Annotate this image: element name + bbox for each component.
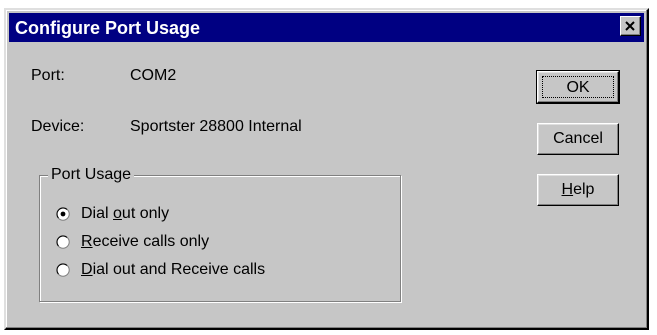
radio-button[interactable] — [56, 263, 70, 277]
port-label: Port: — [31, 67, 65, 84]
radio-label-receive-calls-only: Receive calls only — [81, 233, 210, 250]
configure-port-usage-dialog: Configure Port Usage Port: COM2 Device: … — [4, 8, 649, 330]
dialog-title: Configure Port Usage — [15, 18, 201, 38]
radio-label-dial-out-and-receive: Dial out and Receive calls — [81, 261, 266, 278]
close-button[interactable] — [620, 16, 641, 36]
radio-receive-calls-only[interactable]: Receive calls only — [56, 232, 209, 252]
cancel-button-label: Cancel — [553, 130, 603, 147]
port-usage-group: Port Usage Dial out only Receive calls o… — [39, 165, 401, 302]
close-icon — [625, 21, 635, 31]
port-usage-legend: Port Usage — [48, 165, 135, 185]
radio-button[interactable] — [56, 235, 70, 249]
radio-dial-out-and-receive[interactable]: Dial out and Receive calls — [56, 260, 265, 280]
port-value: COM2 — [130, 67, 177, 84]
help-button-label: Help — [561, 181, 595, 198]
radio-dial-out-only[interactable]: Dial out only — [56, 204, 169, 224]
ok-button-label: OK — [542, 76, 614, 98]
radio-button[interactable] — [56, 207, 70, 221]
help-button[interactable]: Help — [537, 174, 619, 206]
radio-label-dial-out-only: Dial out only — [81, 205, 170, 222]
ok-button[interactable]: OK — [536, 70, 620, 104]
device-value: Sportster 28800 Internal — [130, 118, 302, 135]
title-bar[interactable]: Configure Port Usage — [9, 13, 644, 42]
cancel-button[interactable]: Cancel — [537, 123, 619, 155]
device-label: Device: — [31, 118, 85, 135]
